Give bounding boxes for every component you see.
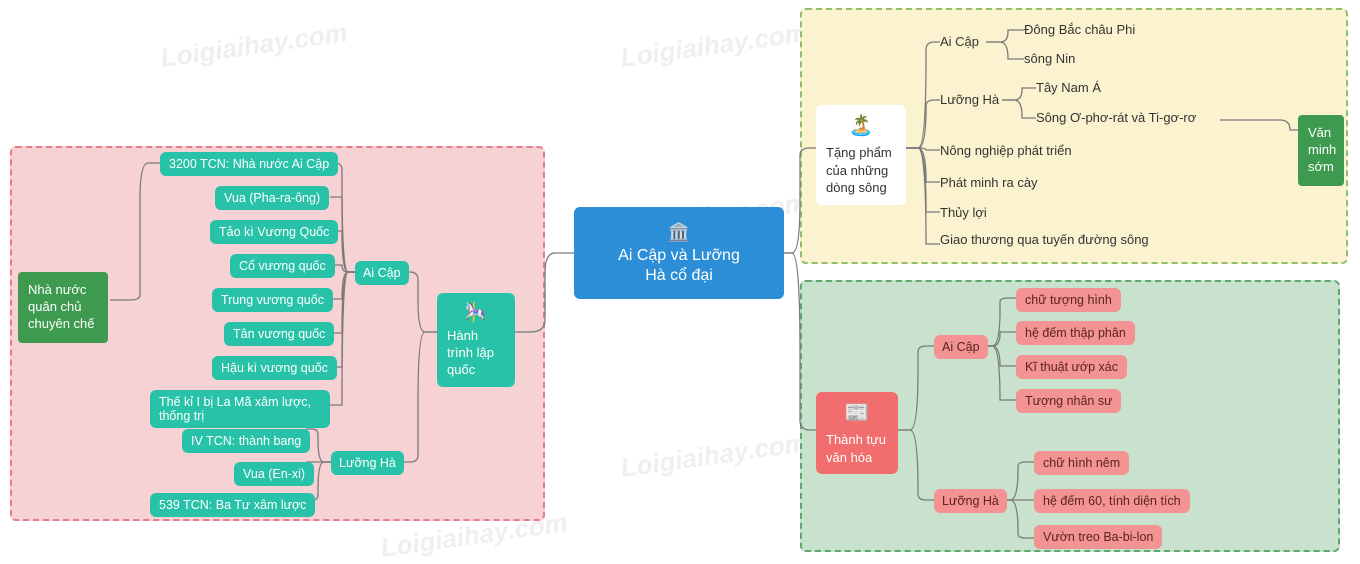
- tr-extra-0: Nông nghiệp phát triển: [940, 143, 1072, 158]
- card-journey: 🎠 Hành trình lập quốc: [437, 293, 515, 387]
- newspaper-icon: 📰: [845, 400, 870, 427]
- tr-aicap-1: sông Nin: [1024, 51, 1075, 66]
- chip-aicap-4: Trung vương quốc: [212, 288, 333, 312]
- tr-aicap-0: Đông Bắc châu Phi: [1024, 22, 1135, 37]
- tr-luongha-label: Lưỡng Hà: [940, 92, 999, 107]
- tr-extra-3: Giao thương qua tuyến đường sông: [940, 232, 1150, 247]
- chip-aicap-2: Tảo kì Vương Quốc: [210, 220, 338, 244]
- tr-extra-2: Thủy lợi: [940, 205, 987, 220]
- card-rivers-title: Tặng phẩm của những dòng sông: [826, 144, 896, 197]
- chip-aicap-7: Thế kỉ I bị La Mã xâm lược, thống trị: [150, 390, 330, 428]
- br-aicap-label: Ai Cập: [934, 335, 988, 359]
- br-aicap-1: hệ đếm thập phân: [1016, 321, 1135, 345]
- chip-luongha-2: 539 TCN: Ba Tư xâm lược: [150, 493, 315, 517]
- palm-icon: 🏝️: [849, 113, 874, 140]
- br-luongha-label: Lưỡng Hà: [934, 489, 1007, 513]
- sub-luongha-left: Lưỡng Hà: [331, 451, 404, 475]
- watermark: Loigiaihay.com: [159, 17, 350, 74]
- carousel-icon: 🎠: [465, 301, 487, 324]
- chip-aicap-6: Hậu kì vương quốc: [212, 356, 337, 380]
- tr-aicap-label: Ai Cập: [940, 34, 979, 49]
- chip-aicap-3: Cổ vương quốc: [230, 254, 335, 278]
- castle-icon: 🏛️: [668, 222, 690, 243]
- center-title-line2: Hà cổ đại: [645, 267, 713, 285]
- br-luongha-0: chữ hình nêm: [1034, 451, 1129, 475]
- chip-luongha-0: IV TCN: thành bang: [182, 429, 310, 453]
- card-journey-title: Hành trình lập quốc: [447, 328, 505, 379]
- sub-aicap-left: Ai Cập: [355, 261, 409, 285]
- badge-monarchy: Nhà nước quân chủ chuyên chế: [18, 272, 108, 343]
- badge-early-civ: Văn minh sớm: [1298, 115, 1344, 186]
- br-aicap-2: Kĩ thuật ướp xác: [1016, 355, 1127, 379]
- tr-luongha-1: Sông Ơ-phơ-rát và Ti-gơ-rơ: [1036, 110, 1196, 125]
- center-title-line1: Ai Cập và Lưỡng: [618, 247, 740, 265]
- watermark: Loigiaihay.com: [619, 17, 810, 74]
- card-culture: 📰 Thành tựu văn hóa: [816, 392, 898, 474]
- chip-luongha-1: Vua (En-xi): [234, 462, 314, 486]
- card-culture-title: Thành tựu văn hóa: [826, 431, 888, 466]
- br-luongha-2: Vườn treo Ba-bi-lon: [1034, 525, 1162, 549]
- br-aicap-0: chữ tượng hình: [1016, 288, 1121, 312]
- br-aicap-3: Tượng nhân sư: [1016, 389, 1121, 413]
- center-topic: 🏛️ Ai Cập và Lưỡng Hà cổ đại: [574, 207, 784, 299]
- tr-luongha-0: Tây Nam Á: [1036, 80, 1101, 95]
- card-rivers: 🏝️ Tặng phẩm của những dòng sông: [816, 105, 906, 205]
- chip-aicap-5: Tân vương quốc: [224, 322, 334, 346]
- tr-extra-1: Phát minh ra cày: [940, 175, 1038, 190]
- chip-aicap-0: 3200 TCN: Nhà nước Ai Cập: [160, 152, 338, 176]
- watermark: Loigiaihay.com: [619, 427, 810, 484]
- chip-aicap-1: Vua (Pha-ra-ông): [215, 186, 329, 210]
- br-luongha-1: hệ đếm 60, tính diện tích: [1034, 489, 1190, 513]
